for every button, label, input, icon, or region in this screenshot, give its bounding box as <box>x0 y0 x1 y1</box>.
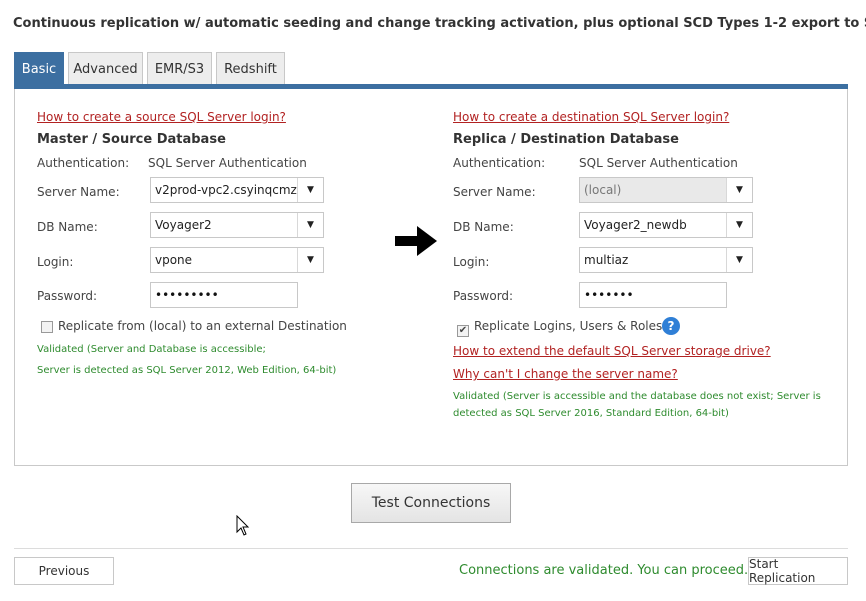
source-auth-value: SQL Server Authentication <box>148 156 307 170</box>
chevron-down-icon[interactable]: ▼ <box>297 213 323 237</box>
source-login-label: Login: <box>37 255 74 269</box>
chevron-down-icon[interactable]: ▼ <box>297 248 323 272</box>
checkbox-icon[interactable] <box>41 321 53 333</box>
destination-server-label: Server Name: <box>453 185 536 199</box>
previous-button[interactable]: Previous <box>14 557 114 585</box>
tab-emr-s3[interactable]: EMR/S3 <box>147 52 212 85</box>
tab-basic[interactable]: Basic <box>14 52 64 85</box>
destination-replicate-checkbox[interactable]: ✔ <box>457 318 469 337</box>
footer-divider <box>14 548 848 549</box>
source-replicate-checkbox[interactable] <box>41 318 53 337</box>
destination-server-select[interactable]: (local) ▼ <box>579 177 753 203</box>
destination-db-select[interactable]: Voyager2_newdb ▼ <box>579 212 753 238</box>
destination-server-value: (local) <box>580 178 726 202</box>
destination-db-value: Voyager2_newdb <box>584 218 687 232</box>
source-password-field[interactable]: ••••••••• <box>150 282 298 308</box>
page-title: Continuous replication w/ automatic seed… <box>13 16 866 31</box>
checkmark-icon[interactable]: ✔ <box>457 324 469 337</box>
source-server-label: Server Name: <box>37 185 120 199</box>
tab-advanced[interactable]: Advanced <box>68 52 143 85</box>
chevron-down-icon[interactable]: ▼ <box>726 248 752 272</box>
tab-redshift[interactable]: Redshift <box>216 52 285 85</box>
destination-login-value: multiaz <box>584 253 629 267</box>
source-db-label: DB Name: <box>37 220 98 234</box>
source-validation-line2: Server is detected as SQL Server 2012, W… <box>37 365 337 376</box>
source-login-help-link[interactable]: How to create a source SQL Server login? <box>37 110 286 124</box>
source-validation-line1: Validated (Server and Database is access… <box>37 344 266 355</box>
source-db-select[interactable]: Voyager2 ▼ <box>150 212 324 238</box>
destination-auth-label: Authentication: <box>453 156 546 170</box>
destination-password-field[interactable]: ••••••• <box>579 282 727 308</box>
destination-db-label: DB Name: <box>453 220 514 234</box>
mouse-cursor-icon <box>236 514 250 541</box>
chevron-down-icon[interactable]: ▼ <box>297 178 323 202</box>
destination-validation-line1: Validated (Server is accessible and the … <box>453 391 821 402</box>
source-login-value: vpone <box>155 253 193 267</box>
storage-drive-link[interactable]: How to extend the default SQL Server sto… <box>453 344 771 358</box>
destination-validation-line2: detected as SQL Server 2016, Standard Ed… <box>453 408 729 419</box>
destination-login-help-link[interactable]: How to create a destination SQL Server l… <box>453 110 729 124</box>
destination-replicate-label: Replicate Logins, Users & Roles <box>474 319 663 333</box>
start-replication-button[interactable]: Start Replication <box>748 557 848 585</box>
chevron-down-icon[interactable]: ▼ <box>726 213 752 237</box>
help-icon[interactable]: ? <box>662 317 680 335</box>
source-heading: Master / Source Database <box>37 132 226 147</box>
status-message: Connections are validated. You can proce… <box>459 563 749 578</box>
source-auth-label: Authentication: <box>37 156 130 170</box>
chevron-down-icon[interactable]: ▼ <box>726 178 752 202</box>
source-server-select[interactable]: v2prod-vpc2.csyinqcmze ▼ <box>150 177 324 203</box>
destination-login-select[interactable]: multiaz ▼ <box>579 247 753 273</box>
test-connections-button[interactable]: Test Connections <box>351 483 511 523</box>
source-password-label: Password: <box>37 289 98 303</box>
destination-auth-value: SQL Server Authentication <box>579 156 738 170</box>
destination-heading: Replica / Destination Database <box>453 132 679 147</box>
destination-password-label: Password: <box>453 289 514 303</box>
source-replicate-label: Replicate from (local) to an external De… <box>58 319 347 333</box>
right-arrow-icon <box>393 224 439 262</box>
source-db-value: Voyager2 <box>155 218 212 232</box>
source-login-select[interactable]: vpone ▼ <box>150 247 324 273</box>
server-name-link[interactable]: Why can't I change the server name? <box>453 367 678 381</box>
source-server-value: v2prod-vpc2.csyinqcmze <box>155 183 297 197</box>
destination-login-label: Login: <box>453 255 490 269</box>
